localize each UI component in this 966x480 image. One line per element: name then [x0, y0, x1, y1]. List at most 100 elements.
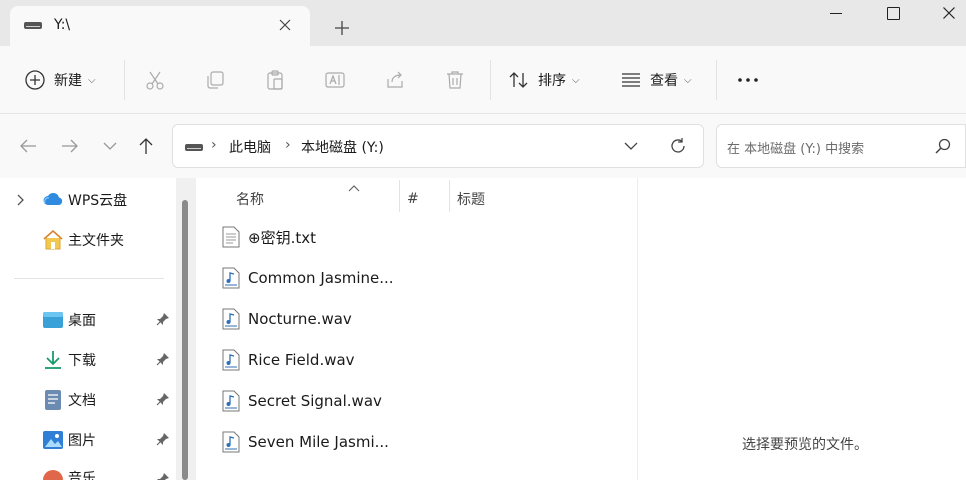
toolbar-separator [716, 60, 717, 100]
toolbar-separator [490, 60, 491, 100]
tab-current[interactable]: Y:\ [10, 6, 310, 46]
address-bar[interactable]: › 此电脑 › 本地磁盘 (Y:) [172, 124, 704, 168]
navigation-row: › 此电脑 › 本地磁盘 (Y:) 在 本地磁盘 (Y:) 中搜索 [0, 114, 966, 178]
pin-icon[interactable] [156, 312, 170, 330]
add-circle-icon [25, 70, 45, 90]
nav-item-wps-cloud[interactable]: WPS云盘 [0, 180, 176, 220]
share-icon [387, 71, 403, 88]
nav-divider [14, 278, 164, 279]
nav-label: 音乐 [68, 471, 96, 480]
navigation-pane: WPS云盘 主文件夹 桌面 下载 文档 图片 音乐 [0, 178, 196, 480]
nav-scrollbar-thumb[interactable] [182, 200, 188, 480]
breadcrumb-separator-icon[interactable]: › [211, 137, 217, 153]
nav-item-documents[interactable]: 文档 [0, 380, 176, 420]
file-name: Seven Mile Jasmi... [248, 433, 389, 451]
audio-file-icon [222, 349, 240, 371]
music-icon [42, 470, 64, 480]
nav-label: 文档 [68, 393, 96, 409]
pin-icon[interactable] [156, 472, 170, 480]
arrow-up-icon [139, 138, 153, 154]
address-history-button[interactable] [623, 137, 639, 159]
refresh-icon [671, 138, 685, 153]
copy-button[interactable] [204, 64, 226, 96]
cut-button[interactable] [144, 64, 166, 96]
column-label: 标题 [457, 192, 485, 208]
paste-button[interactable] [264, 64, 286, 96]
tab-title: Y:\ [54, 17, 71, 33]
breadcrumb-this-pc[interactable]: 此电脑 [229, 137, 271, 157]
chevron-down-icon: ⌵ [572, 74, 580, 86]
picture-icon [42, 430, 64, 454]
arrow-right-icon [62, 139, 78, 153]
file-row[interactable]: Secret Signal.wav [222, 381, 622, 421]
audio-file-icon [222, 267, 240, 289]
share-button[interactable] [384, 64, 406, 96]
pin-icon[interactable] [156, 392, 170, 410]
new-button[interactable]: 新建 ⌵ [24, 64, 96, 96]
breadcrumb-separator-icon[interactable]: › [285, 137, 291, 153]
nav-item-downloads[interactable]: 下载 [0, 340, 176, 380]
file-row[interactable]: Common Jasmine... [222, 258, 622, 298]
nav-label: 图片 [68, 433, 96, 449]
chevron-down-icon: ⌵ [88, 74, 96, 86]
sort-label: 排序 [538, 73, 566, 89]
pin-icon[interactable] [156, 432, 170, 450]
search-icon[interactable] [935, 138, 951, 158]
recent-locations-button[interactable] [96, 132, 124, 160]
nav-item-pictures[interactable]: 图片 [0, 420, 176, 460]
file-row[interactable]: Rice Field.wav [222, 340, 622, 380]
close-window-button[interactable] [926, 0, 966, 32]
nav-label: 桌面 [68, 313, 96, 329]
refresh-button[interactable] [669, 137, 687, 159]
more-button[interactable] [736, 64, 760, 96]
audio-file-icon [222, 431, 240, 453]
download-icon [42, 350, 64, 374]
document-icon [44, 389, 62, 415]
forward-button[interactable] [56, 132, 84, 160]
breadcrumb-local-disk[interactable]: 本地磁盘 (Y:) [301, 137, 384, 157]
nav-item-music[interactable]: 音乐 [0, 460, 176, 480]
cut-icon [146, 71, 164, 90]
new-label: 新建 [54, 73, 82, 89]
drive-icon [24, 22, 42, 29]
close-icon [943, 7, 955, 19]
file-name: Common Jasmine... [248, 269, 394, 287]
file-name: Nocturne.wav [248, 310, 352, 328]
more-icon [738, 78, 758, 82]
chevron-down-icon [103, 142, 117, 150]
column-header-title[interactable]: 标题 [457, 182, 577, 216]
back-button[interactable] [14, 132, 42, 160]
sort-icon [509, 72, 528, 88]
delete-button[interactable] [444, 64, 466, 96]
sort-button[interactable]: 排序 ⌵ [508, 64, 580, 96]
column-header-name[interactable]: 名称 [236, 182, 396, 216]
nav-item-home[interactable]: 主文件夹 [0, 220, 176, 260]
nav-item-desktop[interactable]: 桌面 [0, 300, 176, 340]
search-box[interactable]: 在 本地磁盘 (Y:) 中搜索 [716, 124, 966, 168]
sort-ascending-icon [348, 182, 360, 195]
chevron-right-icon[interactable] [16, 194, 24, 210]
preview-pane-divider[interactable] [637, 178, 638, 480]
column-resize-handle[interactable] [449, 180, 450, 212]
content-area: WPS云盘 主文件夹 桌面 下载 文档 图片 音乐 名称 # 标题 ⊕密钥.tx… [0, 178, 966, 480]
view-button[interactable]: 查看 ⌵ [620, 64, 692, 96]
audio-file-icon [222, 308, 240, 330]
audio-file-icon [222, 390, 240, 412]
maximize-button[interactable] [870, 0, 916, 32]
tab-close-button[interactable] [272, 12, 298, 38]
desktop-icon [42, 311, 64, 333]
new-tab-button[interactable] [328, 14, 356, 42]
file-row[interactable]: ⊕密钥.txt [222, 217, 622, 257]
file-row[interactable]: Nocturne.wav [222, 299, 622, 339]
minimize-button[interactable] [814, 0, 860, 32]
rename-button[interactable] [324, 64, 346, 96]
column-resize-handle[interactable] [399, 180, 400, 212]
copy-icon [207, 71, 224, 89]
text-file-icon [222, 226, 240, 248]
column-header-number[interactable]: # [407, 182, 447, 216]
file-row[interactable]: Seven Mile Jasmi... [222, 422, 622, 462]
file-name: ⊕密钥.txt [248, 228, 316, 247]
column-label: # [407, 191, 419, 207]
pin-icon[interactable] [156, 352, 170, 370]
up-button[interactable] [132, 132, 160, 160]
